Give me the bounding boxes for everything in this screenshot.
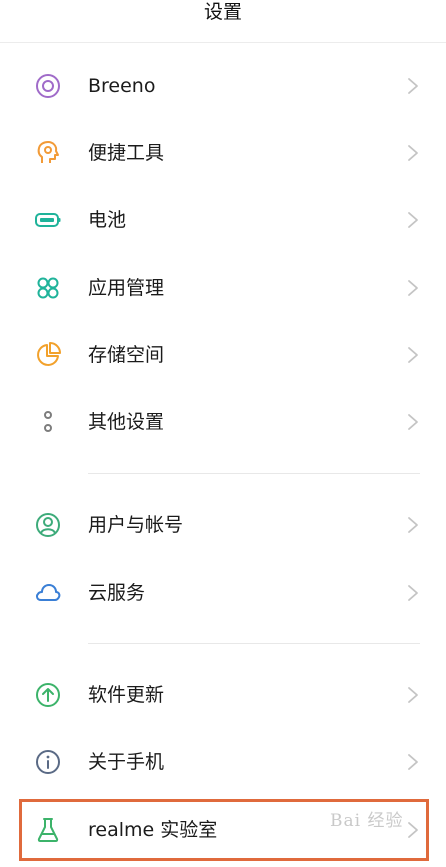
settings-item-label: 应用管理 (88, 277, 165, 299)
shortcut-tools-icon (34, 139, 62, 167)
settings-item-label: 用户与帐号 (88, 514, 184, 536)
settings-item-label: Breeno (88, 75, 156, 97)
section-divider (88, 473, 420, 474)
chevron-right-icon (406, 278, 420, 298)
settings-item-about-phone[interactable]: 关于手机 (0, 732, 446, 792)
settings-item-label: 存储空间 (88, 344, 165, 366)
breeno-icon (34, 72, 62, 100)
chevron-right-icon (406, 752, 420, 772)
settings-item-battery[interactable]: 电池 (0, 190, 446, 250)
settings-item-shortcut-tools[interactable]: 便捷工具 (0, 123, 446, 183)
chevron-right-icon (406, 210, 420, 230)
info-icon (34, 748, 62, 776)
settings-item-label: 电池 (88, 209, 127, 231)
chevron-right-icon (406, 583, 420, 603)
chevron-right-icon (406, 143, 420, 163)
more-dots-icon (34, 408, 62, 436)
settings-item-label: 关于手机 (88, 751, 165, 773)
chevron-right-icon (406, 76, 420, 96)
battery-icon (34, 206, 62, 234)
software-update-icon (34, 681, 62, 709)
user-account-icon (34, 511, 62, 539)
page-title: 设置 (203, 1, 242, 23)
settings-item-label: 云服务 (88, 582, 146, 604)
top-bar: 设置 (0, 0, 446, 43)
settings-item-software-update[interactable]: 软件更新 (0, 665, 446, 725)
settings-item-storage[interactable]: 存储空间 (0, 325, 446, 385)
settings-item-label: 软件更新 (88, 684, 165, 706)
settings-item-user-account[interactable]: 用户与帐号 (0, 495, 446, 555)
chevron-right-icon (406, 685, 420, 705)
storage-pie-icon (34, 341, 62, 369)
section-divider (88, 643, 420, 644)
apps-grid-icon (34, 274, 62, 302)
chevron-right-icon (406, 515, 420, 535)
settings-item-breeno[interactable]: Breeno (0, 56, 446, 116)
settings-item-other-settings[interactable]: 其他设置 (0, 392, 446, 452)
chevron-right-icon (406, 412, 420, 432)
settings-item-label: 便捷工具 (88, 142, 165, 164)
chevron-right-icon (406, 345, 420, 365)
cloud-icon (34, 579, 62, 607)
watermark: Bai 经验 (330, 811, 404, 831)
settings-item-app-management[interactable]: 应用管理 (0, 258, 446, 318)
settings-item-cloud-service[interactable]: 云服务 (0, 563, 446, 623)
settings-item-label: 其他设置 (88, 411, 165, 433)
